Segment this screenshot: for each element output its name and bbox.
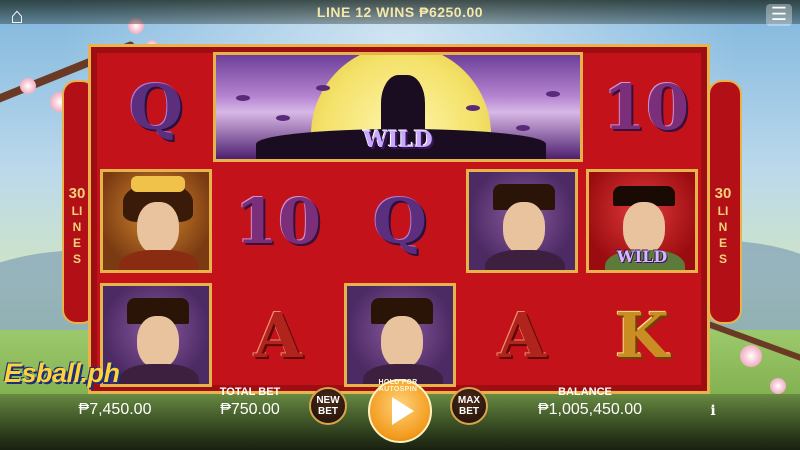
total-bet-value: ₱750.00 (220, 401, 280, 418)
play-icon (392, 397, 414, 425)
lady-portrait-icon (100, 169, 212, 273)
new-bet-label-1: NEW (316, 395, 340, 406)
info-icon[interactable]: i (705, 403, 721, 419)
reel-symbol-warrior (340, 280, 460, 390)
lines-count: 30 (714, 185, 732, 202)
blossom-icon (20, 78, 36, 94)
face-shape (137, 202, 179, 254)
card-10-label: 10 (234, 184, 322, 258)
bird-icon (276, 115, 290, 121)
bird-icon (466, 105, 480, 111)
wild-banner-symbol: WILD (213, 52, 583, 162)
card-a-label: A (253, 298, 303, 372)
balance-label: BALANCE (558, 386, 612, 398)
reel-symbol-q: Q (340, 166, 460, 276)
bird-icon (316, 85, 330, 91)
robe-shape (485, 250, 565, 270)
max-bet-label-2: BET (459, 406, 479, 417)
new-bet-label-2: BET (318, 406, 338, 417)
wild-label: WILD (363, 127, 433, 153)
reel-symbol-a: A (218, 280, 338, 390)
robe-shape (119, 250, 199, 270)
warrior-portrait-icon (344, 283, 456, 387)
menu-icon[interactable]: ☰ (766, 4, 792, 26)
max-bet-label-1: MAX (457, 395, 481, 406)
card-q-label: Q (128, 70, 183, 144)
lines-count: 30 (68, 185, 86, 202)
reel-symbol-10: 10 (218, 166, 338, 276)
reel-symbol-q: Q (96, 52, 216, 162)
reel-symbol-a: A (462, 280, 582, 390)
reel-symbol-lady (96, 166, 216, 276)
total-bet-label: TOTAL BET (219, 386, 281, 398)
blossom-icon (770, 378, 786, 394)
lines-indicator-right: 30 LINES (711, 186, 735, 267)
max-bet-button[interactable]: MAX BET (450, 387, 488, 425)
wild-badge: WILD (616, 247, 668, 266)
lines-word: LINES (71, 204, 83, 266)
reel-symbol-k: K (582, 280, 702, 390)
card-a-label: A (497, 298, 547, 372)
reel-symbol-warrior (462, 166, 582, 276)
scholar-portrait-icon: WILD (586, 169, 698, 273)
reel-symbol-10: 10 (586, 52, 706, 162)
balance-value: ₱1,005,450.00 (537, 401, 643, 418)
win-message: LINE 12 WINS ₱6250.00 (316, 4, 484, 20)
logo-text: Esball.ph (4, 358, 120, 388)
crown-shape (131, 176, 185, 192)
warrior-portrait-icon (466, 169, 578, 273)
bird-icon (546, 91, 560, 97)
card-10-label: 10 (602, 70, 690, 144)
card-q-label: Q (372, 184, 427, 258)
credit-value: ₱7,450.00 (78, 401, 152, 418)
card-k-label: K (615, 298, 669, 372)
blossom-icon (740, 345, 762, 367)
lines-indicator-left: 30 LINES (65, 186, 89, 267)
brand-logo: Esball.ph (4, 358, 144, 398)
bird-icon (236, 95, 250, 101)
new-bet-button[interactable]: NEW BET (309, 387, 347, 425)
reel-symbol-scholar-wild: WILD (582, 166, 702, 276)
lines-word: LINES (717, 204, 729, 266)
face-shape (503, 202, 545, 254)
face-shape (381, 316, 423, 368)
autospin-hint: HOLD FOR AUTOSPIN (378, 379, 418, 393)
